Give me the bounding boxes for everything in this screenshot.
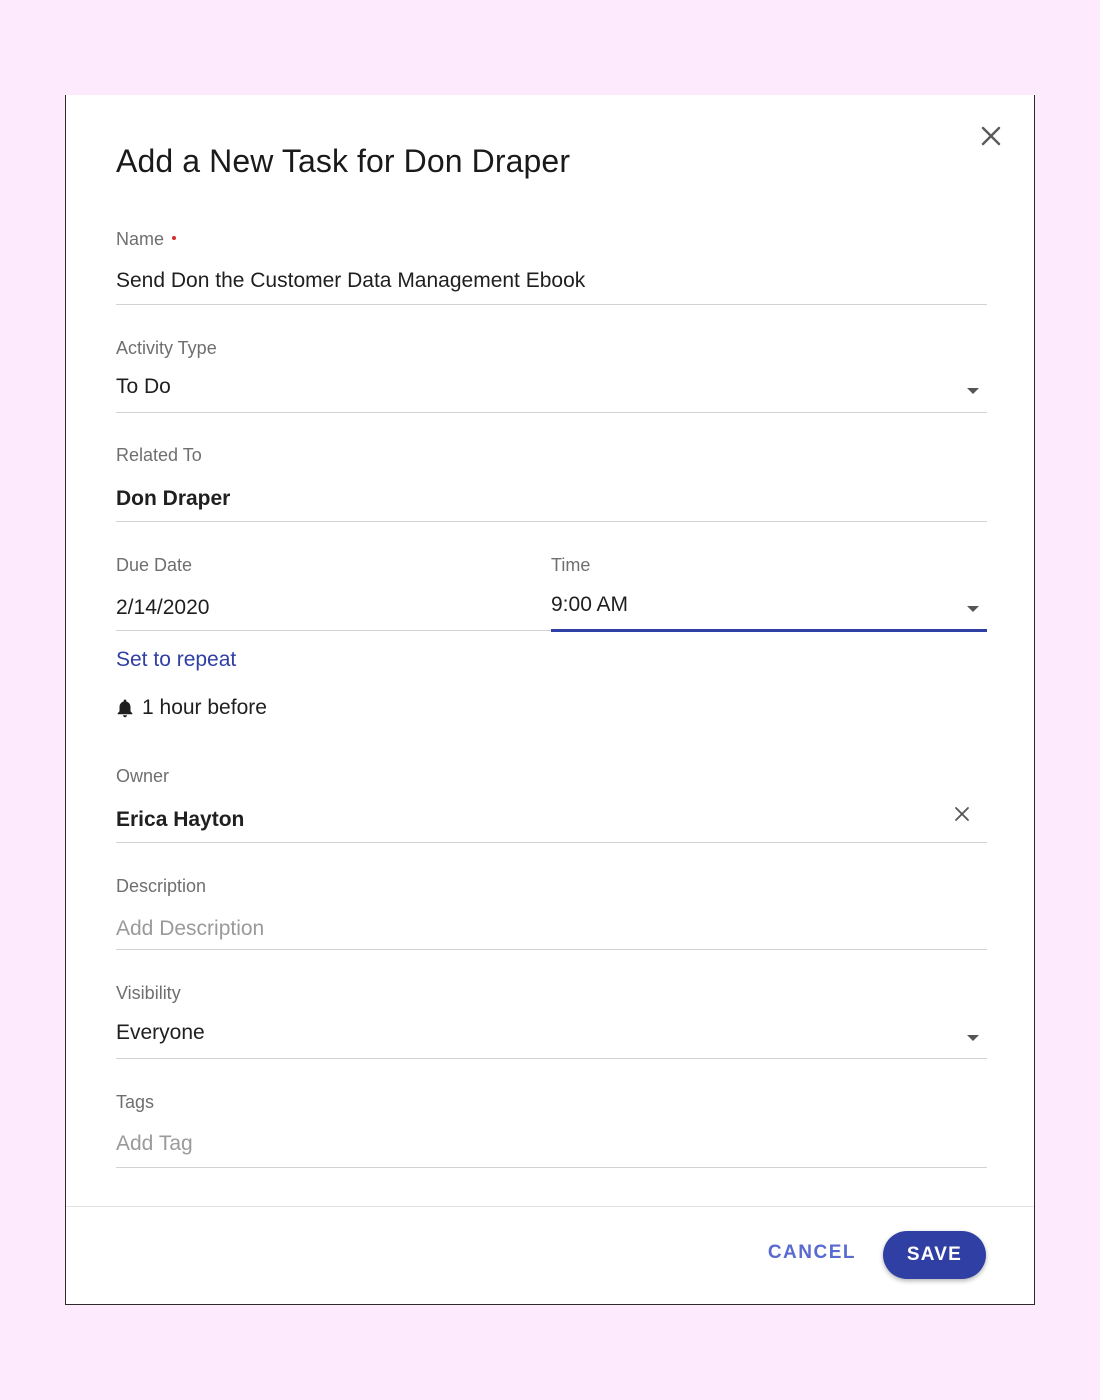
due-date-underline [116,630,551,631]
activity-type-underline [116,412,987,413]
dialog-footer: CANCEL SAVE [66,1206,1034,1304]
save-button[interactable]: SAVE [883,1231,986,1279]
chevron-down-icon[interactable] [967,388,979,394]
clear-owner-icon[interactable] [953,805,971,823]
set-to-repeat-link[interactable]: Set to repeat [116,648,236,672]
visibility-label: Visibility [116,983,181,1003]
tags-input[interactable]: Add Tag [116,1132,193,1156]
tags-field[interactable]: Tags Add Tag [116,1092,987,1170]
due-date-label: Due Date [116,555,193,575]
cancel-button[interactable]: CANCEL [768,1242,856,1264]
description-label: Description [116,876,207,896]
owner-field[interactable]: Owner Erica Hayton [116,766,987,844]
related-to-label: Related To [116,445,202,465]
chevron-down-icon[interactable] [967,606,979,612]
time-field[interactable]: Time 9:00 AM [551,555,987,635]
related-to-field[interactable]: Related To Don Draper [116,445,987,525]
visibility-underline [116,1058,987,1059]
dialog-title: Add a New Task for Don Draper [116,143,571,179]
reminder[interactable]: 1 hour before [116,696,267,720]
time-select[interactable]: 9:00 AM [551,593,628,617]
chevron-down-icon[interactable] [967,1035,979,1041]
visibility-field[interactable]: Visibility Everyone [116,983,987,1061]
due-date-field[interactable]: Due Date 2/14/2020 [116,555,551,633]
description-field[interactable]: Description Add Description [116,876,987,952]
time-label: Time [551,555,591,575]
description-underline [116,949,987,950]
activity-type-select[interactable]: To Do [116,375,171,399]
name-field[interactable]: Name Send Don the Customer Data Manageme… [116,229,987,307]
owner-value[interactable]: Erica Hayton [116,808,244,832]
visibility-select[interactable]: Everyone [116,1021,205,1045]
name-underline [116,304,987,305]
name-label: Name [116,229,987,250]
name-input[interactable]: Send Don the Customer Data Management Eb… [116,269,585,293]
tags-underline [116,1167,987,1168]
owner-label: Owner [116,766,170,786]
description-input[interactable]: Add Description [116,917,264,941]
dialog-scroll-area[interactable]: Add a New Task for Don Draper Name Send … [66,95,1034,1207]
bell-icon [117,699,133,718]
required-indicator [172,236,177,241]
close-icon[interactable] [974,119,1008,153]
related-to-value[interactable]: Don Draper [116,487,230,511]
activity-type-label: Activity Type [116,338,217,358]
reminder-text: 1 hour before [142,696,267,719]
owner-underline [116,842,987,843]
time-underline-focused [551,629,987,632]
add-task-dialog: Add a New Task for Don Draper Name Send … [65,95,1035,1305]
related-to-underline [116,521,987,522]
due-date-input[interactable]: 2/14/2020 [116,596,209,620]
activity-type-field[interactable]: Activity Type To Do [116,338,987,416]
tags-label: Tags [116,1092,155,1112]
